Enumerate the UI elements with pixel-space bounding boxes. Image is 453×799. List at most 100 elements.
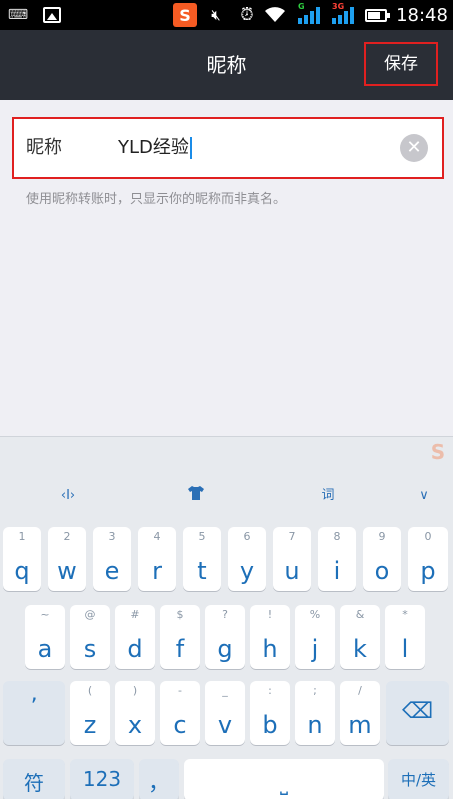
key-secondary-label: 1 xyxy=(18,530,26,543)
key-label: w xyxy=(57,557,77,585)
number-key[interactable]: 123 xyxy=(70,759,134,799)
skin-shirt-icon[interactable] xyxy=(184,485,208,507)
signal-icon: 3G xyxy=(328,0,358,30)
nickname-input[interactable]: YLD经验 xyxy=(118,119,192,177)
key-c[interactable]: -c xyxy=(160,681,200,745)
key-secondary-label: * xyxy=(402,608,408,621)
key-label: n xyxy=(307,711,323,739)
key-y[interactable]: 6y xyxy=(228,527,266,591)
key-label: q xyxy=(14,557,30,585)
space-key[interactable]: ⎵ xyxy=(184,759,384,799)
cursor-move-icon[interactable]: ‹I› xyxy=(56,485,80,507)
key-label: 符 xyxy=(24,771,44,795)
key-secondary-label: ( xyxy=(87,684,93,697)
key-secondary-label: 5 xyxy=(198,530,206,543)
collapse-chevron-icon[interactable]: ∨ xyxy=(412,485,436,507)
key-label: m xyxy=(348,711,372,739)
key-d[interactable]: # d xyxy=(115,605,155,669)
key-m[interactable]: / m xyxy=(340,681,380,745)
key-q[interactable]: 1q xyxy=(3,527,41,591)
key-label: c xyxy=(173,711,187,739)
key-secondary-label: / xyxy=(358,684,362,697)
key-g[interactable]: ? g xyxy=(205,605,245,669)
key-k[interactable]: & k xyxy=(340,605,380,669)
key-z[interactable]: (z xyxy=(70,681,110,745)
key-label: g xyxy=(217,635,233,663)
key-secondary-label: : xyxy=(268,684,272,697)
save-button[interactable]: 保存 xyxy=(364,42,438,86)
signal-icon: G xyxy=(294,0,324,30)
key-p[interactable]: 0p xyxy=(408,527,448,591)
key-x[interactable]: ) x xyxy=(115,681,155,745)
key-label: d xyxy=(127,635,143,663)
nickname-field[interactable]: 昵称 YLD经验 ✕ xyxy=(12,117,444,179)
key-e[interactable]: 3e xyxy=(93,527,131,591)
nickname-value: YLD经验 xyxy=(118,137,189,158)
title-bar: 昵称 保存 xyxy=(0,30,453,100)
nickname-label: 昵称 xyxy=(26,137,62,158)
key-secondary-label: _ xyxy=(222,684,228,697)
key-s[interactable]: @ s xyxy=(70,605,110,669)
key-secondary-label: 3 xyxy=(108,530,116,543)
key-label: x xyxy=(127,711,143,739)
key-label: b xyxy=(262,711,278,739)
wifi-icon xyxy=(262,0,288,30)
key-apostrophe[interactable]: ’ xyxy=(3,681,65,745)
key-secondary-label: 7 xyxy=(288,530,296,543)
backspace-key[interactable]: ⌫ xyxy=(386,681,449,745)
key-label: 123 xyxy=(82,767,122,791)
key-secondary-label: % xyxy=(309,608,321,621)
key-i[interactable]: 8i xyxy=(318,527,356,591)
key-secondary-label: 9 xyxy=(378,530,386,543)
backspace-icon: ⌫ xyxy=(401,699,434,724)
key-v[interactable]: _ v xyxy=(205,681,245,745)
key-secondary-label: 0 xyxy=(424,530,432,543)
key-label: o xyxy=(374,557,390,585)
key-secondary-label: # xyxy=(130,608,140,621)
sogou-letter: S xyxy=(173,3,197,27)
soft-keyboard: S ‹I› 词 ∨ 1q 2w 3e 4r 5t 6y 7u 8i 9o 0p … xyxy=(0,436,453,799)
alarm-icon: ⏰︎ xyxy=(240,5,254,25)
key-label: u xyxy=(284,557,300,585)
key-secondary-label: & xyxy=(355,608,365,621)
key-o[interactable]: 9o xyxy=(363,527,401,591)
key-l[interactable]: * l xyxy=(385,605,425,669)
key-w[interactable]: 2w xyxy=(48,527,86,591)
key-label: t xyxy=(197,557,207,585)
signal-tag: 3G xyxy=(332,2,345,11)
signal-tag: G xyxy=(298,2,305,11)
keyboard-icon: ⌨ xyxy=(7,7,29,23)
key-j[interactable]: % j xyxy=(295,605,335,669)
key-u[interactable]: 7u xyxy=(273,527,311,591)
clock: 18:48 xyxy=(396,4,448,26)
key-n[interactable]: ; n xyxy=(295,681,335,745)
key-label: 中/英 xyxy=(400,771,437,789)
key-label: r xyxy=(152,557,162,585)
key-label: i xyxy=(333,557,341,585)
key-secondary-label: ! xyxy=(267,608,273,621)
key-secondary-label: 4 xyxy=(153,530,161,543)
key-b[interactable]: :b xyxy=(250,681,290,745)
key-r[interactable]: 4r xyxy=(138,527,176,591)
symbol-key[interactable]: 符 xyxy=(3,759,65,799)
key-secondary-label: ? xyxy=(222,608,228,621)
clear-icon[interactable]: ✕ xyxy=(400,134,428,162)
key-secondary-label: 6 xyxy=(243,530,251,543)
mute-icon: 🔇︎ xyxy=(211,6,221,24)
key-label: ， xyxy=(147,771,170,796)
key-label: j xyxy=(311,635,319,663)
key-h[interactable]: ! h xyxy=(250,605,290,669)
sogou-logo-icon: S xyxy=(430,440,446,464)
key-label: f xyxy=(175,635,185,663)
key-label: p xyxy=(420,557,436,585)
language-toggle-key[interactable]: 中/英 xyxy=(388,759,449,799)
key-label: ⎵ xyxy=(280,771,288,795)
key-label: y xyxy=(239,557,255,585)
key-label: v xyxy=(217,711,233,739)
key-secondary-label: @ xyxy=(84,608,96,621)
key-f[interactable]: $ f xyxy=(160,605,200,669)
phrase-icon[interactable]: 词 xyxy=(316,485,340,507)
key-a[interactable]: ~ a xyxy=(25,605,65,669)
key-t[interactable]: 5t xyxy=(183,527,221,591)
comma-key[interactable]: ， xyxy=(139,759,179,799)
